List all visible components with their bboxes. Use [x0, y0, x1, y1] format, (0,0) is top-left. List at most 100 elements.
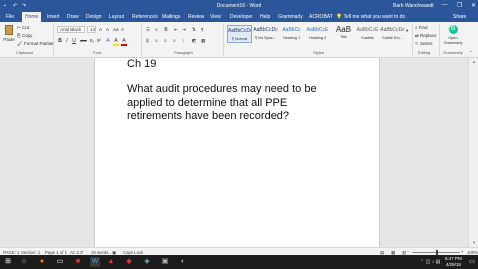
find-button[interactable]: ⌕ Find	[415, 25, 428, 30]
style-title[interactable]: AaB Title	[331, 25, 356, 43]
tab-review[interactable]: Review	[188, 14, 204, 20]
clipboard-icon	[5, 25, 13, 35]
tab-developer[interactable]: Developer	[230, 14, 253, 20]
style-normal[interactable]: AaBbCcDc ¶ Normal	[227, 25, 252, 43]
pdf-icon[interactable]: ◆	[124, 257, 134, 267]
windows-start-icon[interactable]: ⊞	[3, 257, 13, 267]
decrease-indent-icon[interactable]: ⇤	[174, 27, 178, 33]
group-divider	[141, 24, 142, 56]
italic-button[interactable]: I	[64, 38, 70, 44]
app-icon[interactable]: ▣	[160, 257, 170, 267]
styles-more-icon[interactable]: ▾	[406, 28, 408, 34]
highlight-button[interactable]: A	[113, 38, 119, 46]
tab-help[interactable]: Help	[260, 14, 270, 20]
style-preview: AaBbCcE	[306, 27, 329, 33]
multilevel-list-icon[interactable]: ≣	[164, 27, 168, 33]
tab-references[interactable]: References	[132, 14, 158, 20]
style-name: ¶ Normal	[231, 37, 248, 41]
vertical-scrollbar[interactable]: ▲ ▼	[468, 58, 478, 247]
window-controls: — ❐ ✕	[442, 2, 476, 9]
tab-home[interactable]: Home	[22, 12, 42, 22]
numbering-icon[interactable]: ≡	[155, 27, 158, 32]
text-effects-button[interactable]: A	[105, 38, 111, 44]
tab-draw[interactable]: Draw	[67, 14, 79, 20]
app-icon-red[interactable]: ■	[73, 257, 83, 267]
select-button[interactable]: ↖ Select	[415, 41, 433, 47]
cut-button[interactable]: ✂ Cut	[17, 25, 29, 31]
system-clock[interactable]: 5:47 PM 4/29/18	[445, 256, 462, 267]
strikethrough-button[interactable]: abc	[79, 38, 88, 43]
close-button[interactable]: ✕	[471, 2, 476, 9]
style-no-spacing[interactable]: AaBbCcDc ¶ No Spac...	[253, 25, 278, 43]
word-taskbar-icon[interactable]: W	[90, 257, 100, 267]
bold-button[interactable]: B	[57, 38, 63, 44]
font-color-button[interactable]: A	[121, 38, 127, 46]
collapse-ribbon-icon[interactable]: ⌃	[469, 50, 473, 56]
acrobat-icon[interactable]: ▲	[106, 257, 116, 267]
tab-acrobat[interactable]: ACROBAT	[309, 14, 333, 20]
replace-button[interactable]: ⇄ Replace	[415, 33, 437, 39]
user-name[interactable]: Barb Wanchwaedt	[393, 3, 434, 9]
minimize-button[interactable]: —	[442, 2, 448, 9]
format-painter-button[interactable]: 🖌 Format Painter	[17, 41, 54, 47]
search-icon[interactable]: ○	[19, 257, 29, 267]
sort-icon[interactable]: ⇅	[192, 27, 196, 33]
borders-icon[interactable]: ▦	[201, 38, 205, 44]
style-subtle-emphasis[interactable]: AaBbCcDc Subtle Em...	[380, 25, 405, 43]
tab-design[interactable]: Design	[86, 14, 102, 20]
subscript-button[interactable]: x₂	[89, 38, 95, 44]
font-size-dropdown[interactable]: 14	[87, 26, 96, 33]
copy-icon: ⎘	[17, 33, 21, 38]
maximize-button[interactable]: ❐	[457, 2, 462, 9]
copy-button[interactable]: ⎘ Copy	[17, 33, 32, 38]
chapter-heading[interactable]: Ch 19	[127, 58, 156, 70]
app-icon[interactable]: ◐	[178, 257, 188, 267]
tab-insert[interactable]: Insert	[47, 14, 60, 20]
font-name-dropdown[interactable]: Arial Black	[57, 26, 85, 33]
title-bar: ▪ ↶ ↷ Document16 - Word Barb Wanchwaedt …	[0, 0, 478, 12]
align-center-icon[interactable]: ≡	[155, 38, 158, 43]
tab-mailings[interactable]: Mailings	[162, 14, 180, 20]
underline-button[interactable]: U	[71, 38, 77, 44]
notifications-icon[interactable]: ▭	[467, 257, 477, 267]
clear-formatting-icon[interactable]: A	[121, 27, 124, 32]
change-case-icon[interactable]: Aa	[113, 27, 119, 32]
shading-icon[interactable]: ◩	[192, 38, 196, 44]
question-text[interactable]: What audit procedures may need to be app…	[127, 83, 342, 124]
task-view-icon[interactable]: ▭	[55, 257, 65, 267]
scroll-up-icon[interactable]: ▲	[472, 59, 476, 64]
tell-me-box[interactable]: 💡 Tell me what you want to do	[336, 14, 405, 20]
select-label: Select	[420, 41, 433, 46]
zoom-out-icon[interactable]: −	[407, 249, 410, 254]
group-divider	[412, 24, 413, 56]
tab-view[interactable]: View	[210, 14, 221, 20]
share-button[interactable]: Share	[453, 14, 466, 20]
justify-icon[interactable]: ≡	[173, 38, 176, 43]
format-painter-label: Format Painter	[23, 41, 54, 46]
zoom-in-icon[interactable]: +	[461, 249, 464, 254]
paste-button[interactable]: Paste	[3, 25, 15, 47]
grow-font-icon[interactable]: A	[99, 27, 102, 32]
tab-file[interactable]: File	[6, 14, 14, 20]
style-heading-1[interactable]: AaBbCc Heading 1	[279, 25, 304, 43]
increase-indent-icon[interactable]: ⇥	[182, 27, 186, 33]
app-icon[interactable]: ◈	[142, 257, 152, 267]
shrink-font-icon[interactable]: A	[106, 27, 109, 32]
bullets-icon[interactable]: ☰	[146, 27, 150, 33]
open-grammarly-button[interactable]: G Open Grammarly	[441, 25, 465, 45]
zoom-slider-thumb[interactable]	[436, 249, 438, 255]
style-subtitle[interactable]: AaBbCcE Subtitle	[355, 25, 380, 43]
style-heading-2[interactable]: AaBbCcE Heading 2	[305, 25, 330, 43]
align-left-icon[interactable]: ≡	[146, 38, 149, 43]
align-right-icon[interactable]: ≡	[164, 38, 167, 43]
zoom-slider[interactable]	[412, 249, 460, 255]
document-page[interactable]: Ch 19 What audit procedures may need to …	[94, 58, 380, 247]
line-spacing-icon[interactable]: ↕	[182, 38, 184, 43]
firefox-icon[interactable]: ●	[37, 257, 47, 267]
superscript-button[interactable]: x²	[96, 38, 102, 44]
tab-layout[interactable]: Layout	[109, 14, 124, 20]
show-marks-icon[interactable]: ¶	[201, 27, 203, 32]
tab-grammarly[interactable]: Grammarly	[278, 14, 303, 20]
system-tray[interactable]: ⌃ ◫ ♪ ▤	[420, 259, 440, 265]
scroll-down-icon[interactable]: ▼	[472, 240, 476, 245]
